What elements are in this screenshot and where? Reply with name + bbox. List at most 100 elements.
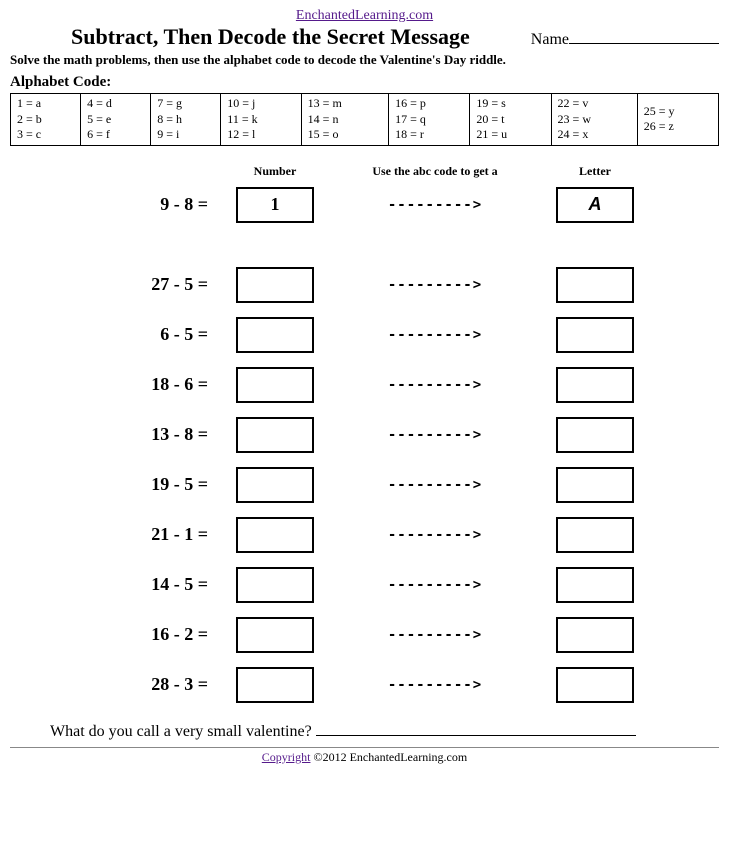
number-box[interactable]: 1	[236, 187, 314, 223]
arrow: --------->	[320, 627, 550, 643]
code-entry: 17 = q	[395, 112, 463, 128]
problem-text: 28 - 3 =	[10, 674, 230, 695]
code-cell: 16 = p17 = q18 = r	[389, 94, 470, 146]
letter-box[interactable]	[556, 567, 634, 603]
letter-box[interactable]	[556, 267, 634, 303]
problem-text: 19 - 5 =	[10, 474, 230, 495]
arrow: --------->	[320, 477, 550, 493]
name-blank-line[interactable]	[569, 29, 719, 44]
letter-box[interactable]	[556, 317, 634, 353]
number-box[interactable]	[236, 367, 314, 403]
problem-row: 9 - 8 = 1 ---------> A	[10, 187, 719, 223]
code-entry: 8 = h	[157, 112, 214, 128]
header-middle: Use the abc code to get a	[320, 164, 550, 179]
arrow: --------->	[320, 577, 550, 593]
code-entry: 13 = m	[308, 96, 382, 112]
site-link[interactable]: EnchantedLearning.com	[10, 8, 719, 24]
code-cell: 1 = a2 = b3 = c	[11, 94, 81, 146]
letter-box[interactable]	[556, 517, 634, 553]
number-box[interactable]	[236, 667, 314, 703]
code-entry: 24 = x	[558, 127, 631, 143]
code-cell: 4 = d5 = e6 = f	[81, 94, 151, 146]
code-entry: 1 = a	[17, 96, 74, 112]
riddle-blank-line[interactable]	[316, 721, 636, 736]
problem-text: 9 - 8 =	[10, 194, 230, 215]
code-entry: 6 = f	[87, 127, 144, 143]
problem-row: 16 - 2 = --------->	[10, 617, 719, 653]
code-entry: 16 = p	[395, 96, 463, 112]
code-entry: 26 = z	[644, 119, 712, 135]
number-box[interactable]	[236, 517, 314, 553]
alphabet-code-table: 1 = a2 = b3 = c4 = d5 = e6 = f7 = g8 = h…	[10, 93, 719, 146]
problem-text: 6 - 5 =	[10, 324, 230, 345]
problem-text: 14 - 5 =	[10, 574, 230, 595]
problem-row: 14 - 5 = --------->	[10, 567, 719, 603]
code-entry: 4 = d	[87, 96, 144, 112]
code-cell: 7 = g8 = h9 = i	[151, 94, 221, 146]
code-cell: 10 = j11 = k12 = l	[221, 94, 301, 146]
code-entry: 23 = w	[558, 112, 631, 128]
arrow: --------->	[320, 277, 550, 293]
code-entry: 15 = o	[308, 127, 382, 143]
name-field: Name	[531, 29, 719, 49]
instructions: Solve the math problems, then use the al…	[10, 52, 719, 68]
problem-text: 18 - 6 =	[10, 374, 230, 395]
number-box[interactable]	[236, 617, 314, 653]
code-entry: 5 = e	[87, 112, 144, 128]
problem-row: 21 - 1 = --------->	[10, 517, 719, 553]
problem-row: 13 - 8 =--------->	[10, 417, 719, 453]
code-entry: 12 = l	[227, 127, 294, 143]
name-label: Name	[531, 31, 569, 48]
column-headers: Number Use the abc code to get a Letter	[10, 164, 719, 179]
number-box[interactable]	[236, 317, 314, 353]
arrow: --------->	[320, 327, 550, 343]
problem-row: 6 - 5 = --------->	[10, 317, 719, 353]
code-entry: 19 = s	[476, 96, 544, 112]
problem-text: 13 - 8 =	[10, 424, 230, 445]
alphabet-code-label: Alphabet Code:	[10, 74, 719, 91]
problem-text: 21 - 1 =	[10, 524, 230, 545]
number-box[interactable]	[236, 467, 314, 503]
problem-row: 27 - 5 = --------->	[10, 267, 719, 303]
letter-box[interactable]	[556, 417, 634, 453]
footer: Copyright ©2012 EnchantedLearning.com	[10, 750, 719, 765]
code-entry: 7 = g	[157, 96, 214, 112]
code-cell: 19 = s20 = t21 = u	[470, 94, 551, 146]
code-entry: 18 = r	[395, 127, 463, 143]
code-entry: 2 = b	[17, 112, 74, 128]
letter-box[interactable]	[556, 367, 634, 403]
riddle-question: What do you call a very small valentine?	[50, 721, 719, 741]
number-box[interactable]	[236, 417, 314, 453]
problem-text: 27 - 5 =	[10, 274, 230, 295]
code-entry: 11 = k	[227, 112, 294, 128]
code-entry: 3 = c	[17, 127, 74, 143]
letter-box[interactable]: A	[556, 187, 634, 223]
letter-box[interactable]	[556, 667, 634, 703]
problem-text: 16 - 2 =	[10, 624, 230, 645]
number-box[interactable]	[236, 267, 314, 303]
letter-box[interactable]	[556, 467, 634, 503]
number-box[interactable]	[236, 567, 314, 603]
problem-row: 18 - 6 = --------->	[10, 367, 719, 403]
code-entry: 10 = j	[227, 96, 294, 112]
footer-separator	[10, 747, 719, 748]
copyright-link[interactable]: Copyright	[262, 750, 311, 764]
code-entry: 20 = t	[476, 112, 544, 128]
arrow: --------->	[320, 677, 550, 693]
problem-row: 19 - 5 = --------->	[10, 467, 719, 503]
footer-text: ©2012 EnchantedLearning.com	[310, 750, 467, 764]
code-entry: 21 = u	[476, 127, 544, 143]
code-cell: 22 = v23 = w24 = x	[551, 94, 637, 146]
code-cell: 13 = m14 = n15 = o	[301, 94, 388, 146]
header-number: Number	[230, 164, 320, 179]
letter-box[interactable]	[556, 617, 634, 653]
arrow: --------->	[320, 527, 550, 543]
code-entry: 9 = i	[157, 127, 214, 143]
code-entry: 25 = y	[644, 104, 712, 120]
code-entry: 14 = n	[308, 112, 382, 128]
arrow: --------->	[320, 197, 550, 213]
riddle-text: What do you call a very small valentine?	[50, 723, 316, 740]
problem-row: 28 - 3 = --------->	[10, 667, 719, 703]
code-cell: 25 = y26 = z	[637, 94, 718, 146]
arrow: --------->	[320, 377, 550, 393]
